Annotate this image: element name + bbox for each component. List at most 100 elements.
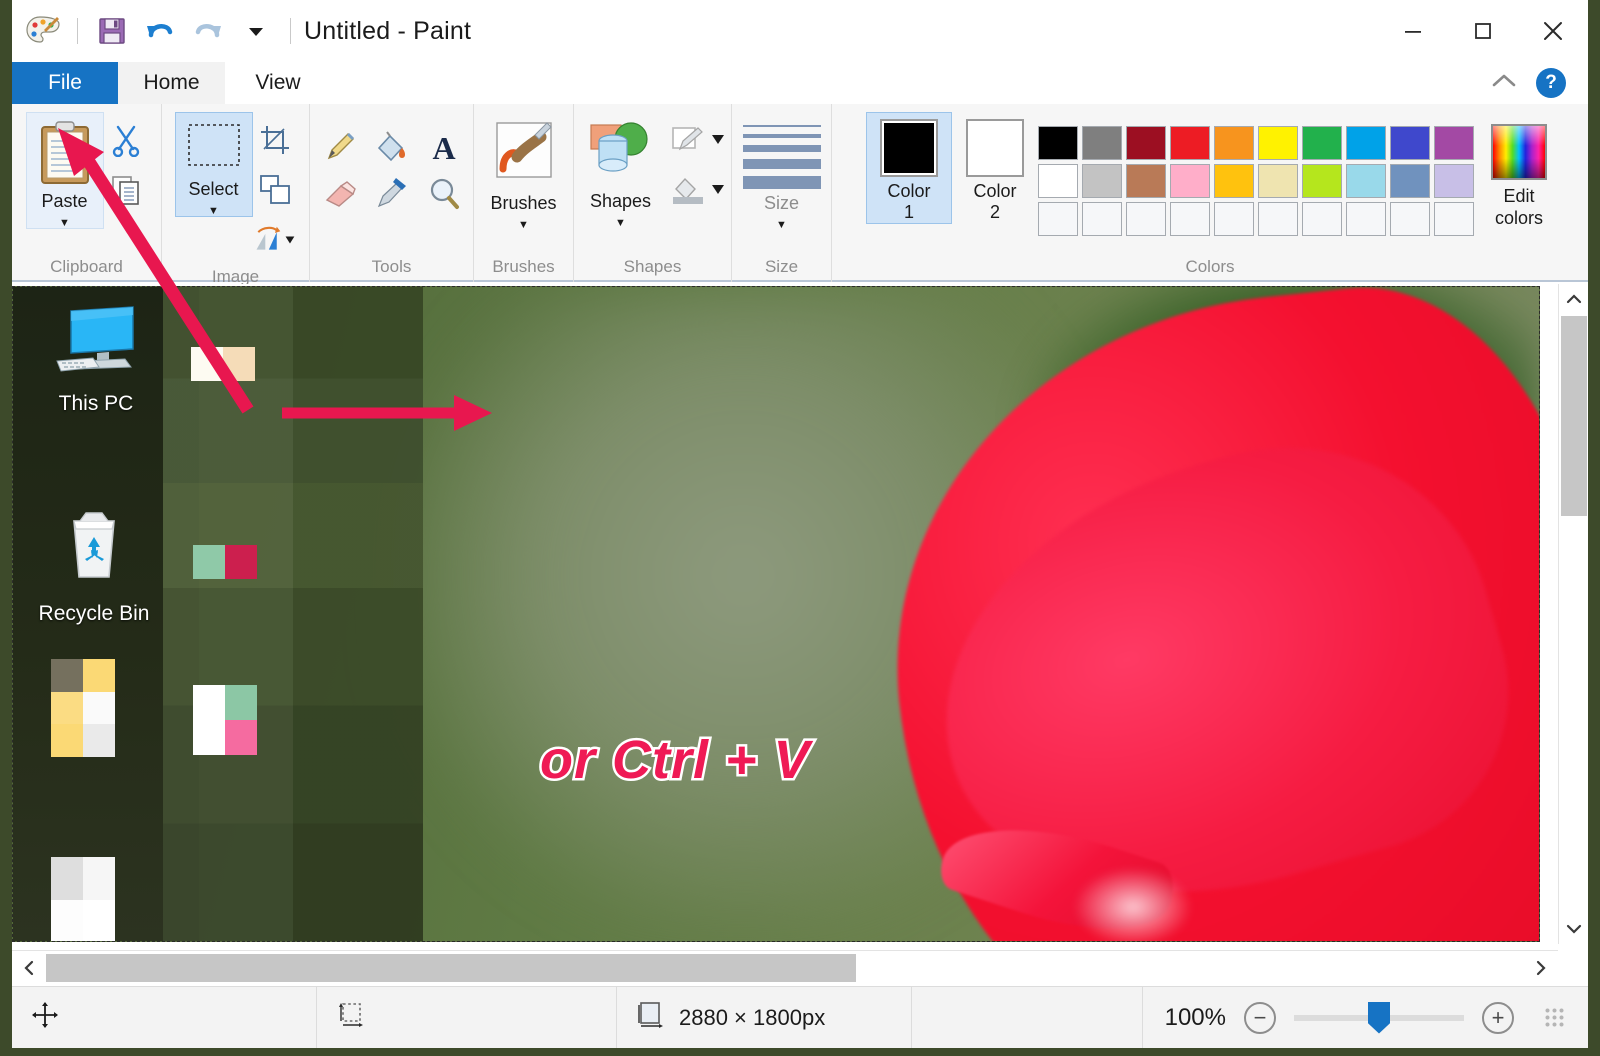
magnifier-tool-button[interactable] — [418, 170, 470, 216]
rotate-button[interactable] — [253, 218, 297, 262]
help-button[interactable]: ? — [1536, 68, 1566, 98]
eraser-tool-button[interactable] — [314, 170, 366, 216]
brushes-button[interactable]: Brushes ▼ — [478, 112, 570, 231]
scroll-right-icon[interactable] — [1524, 951, 1558, 985]
color-picker-tool-button[interactable] — [366, 170, 418, 216]
scroll-up-icon[interactable] — [1559, 284, 1588, 314]
color1-swatch[interactable] — [880, 119, 938, 177]
color-palette — [1038, 112, 1476, 238]
brushes-caret-icon[interactable]: ▼ — [518, 220, 529, 230]
minimize-button[interactable] — [1378, 0, 1448, 62]
collapse-ribbon-icon[interactable] — [1488, 70, 1520, 97]
copy-button[interactable] — [104, 168, 148, 212]
save-icon[interactable] — [89, 8, 135, 54]
fill-tool-button[interactable] — [366, 124, 418, 170]
horizontal-scroll-thumb[interactable] — [46, 954, 856, 982]
ribbon-group-clipboard: Paste ▼ — [12, 104, 162, 282]
title-divider — [290, 18, 291, 44]
palette-swatch-2-0[interactable] — [1038, 202, 1078, 236]
resize-button[interactable] — [253, 168, 297, 212]
vertical-scrollbar[interactable] — [1558, 284, 1588, 944]
scroll-left-icon[interactable] — [12, 951, 46, 985]
palette-swatch-0-8[interactable] — [1390, 126, 1430, 160]
palette-swatch-2-4[interactable] — [1214, 202, 1254, 236]
color1-button[interactable]: Color 1 — [866, 112, 952, 224]
tab-view[interactable]: View — [225, 62, 331, 104]
resize-grip-icon[interactable] — [1544, 1007, 1566, 1029]
tab-home[interactable]: Home — [118, 62, 225, 104]
size-label: Size — [764, 193, 799, 214]
palette-swatch-1-6[interactable] — [1302, 164, 1342, 198]
palette-swatch-1-7[interactable] — [1346, 164, 1386, 198]
horizontal-scrollbar[interactable] — [12, 950, 1558, 984]
pasted-screenshot-image: This PC Recycle Bin — [13, 287, 1539, 941]
image-small-buttons — [253, 112, 297, 262]
pencil-tool-button[interactable] — [314, 124, 366, 170]
clipboard-small-buttons — [104, 112, 148, 212]
undo-icon[interactable] — [137, 8, 183, 54]
selection-size-icon — [335, 1000, 367, 1036]
palette-swatch-0-9[interactable] — [1434, 126, 1474, 160]
edit-colors-button[interactable]: Edit colors — [1476, 112, 1562, 229]
size-caret-icon[interactable]: ▼ — [776, 220, 787, 230]
shapes-label: Shapes — [590, 191, 651, 212]
palette-swatch-1-2[interactable] — [1126, 164, 1166, 198]
palette-swatch-2-7[interactable] — [1346, 202, 1386, 236]
palette-swatch-2-6[interactable] — [1302, 202, 1342, 236]
zoom-slider[interactable] — [1294, 1015, 1464, 1021]
palette-swatch-0-4[interactable] — [1214, 126, 1254, 160]
desktop-icon-label-recycle-bin: Recycle Bin — [19, 602, 169, 626]
palette-swatch-0-0[interactable] — [1038, 126, 1078, 160]
size-button[interactable]: Size ▼ — [736, 112, 828, 231]
palette-swatch-2-5[interactable] — [1258, 202, 1298, 236]
color2-button[interactable]: Color 2 — [952, 112, 1038, 224]
zoom-in-button[interactable]: + — [1482, 1002, 1514, 1034]
cut-button[interactable] — [104, 118, 148, 162]
palette-swatch-2-9[interactable] — [1434, 202, 1474, 236]
shapes-caret-icon[interactable]: ▼ — [615, 218, 626, 228]
palette-swatch-2-1[interactable] — [1082, 202, 1122, 236]
vertical-scroll-thumb[interactable] — [1561, 316, 1587, 516]
redo-icon[interactable] — [185, 8, 231, 54]
palette-swatch-1-3[interactable] — [1170, 164, 1210, 198]
zoom-out-button[interactable]: − — [1244, 1002, 1276, 1034]
palette-swatch-1-5[interactable] — [1258, 164, 1298, 198]
palette-swatch-2-2[interactable] — [1126, 202, 1166, 236]
text-tool-button[interactable]: A — [418, 124, 470, 170]
window-controls — [1378, 0, 1588, 62]
palette-swatch-0-5[interactable] — [1258, 126, 1298, 160]
desktop-icon-this-pc[interactable]: This PC — [21, 305, 171, 416]
desktop-icon-recycle-bin[interactable]: Recycle Bin — [19, 505, 169, 626]
palette-swatch-2-8[interactable] — [1390, 202, 1430, 236]
crop-button[interactable] — [253, 118, 297, 162]
outline-button[interactable] — [667, 118, 731, 162]
paste-button[interactable]: Paste ▼ — [26, 112, 104, 229]
fill-button[interactable] — [667, 168, 731, 212]
paste-caret-icon[interactable]: ▼ — [59, 218, 70, 228]
palette-swatch-0-2[interactable] — [1126, 126, 1166, 160]
shapes-button[interactable]: Shapes ▼ — [575, 112, 667, 229]
close-button[interactable] — [1518, 0, 1588, 62]
palette-swatch-1-9[interactable] — [1434, 164, 1474, 198]
palette-swatch-1-4[interactable] — [1214, 164, 1254, 198]
select-button[interactable]: Select ▼ — [175, 112, 253, 217]
color1-label-top: Color — [887, 181, 930, 202]
scroll-down-icon[interactable] — [1559, 914, 1588, 944]
palette-swatch-0-7[interactable] — [1346, 126, 1386, 160]
palette-swatch-0-6[interactable] — [1302, 126, 1342, 160]
palette-swatch-0-3[interactable] — [1170, 126, 1210, 160]
ribbon-group-size: Size ▼ Size — [732, 104, 832, 282]
palette-swatch-0-1[interactable] — [1082, 126, 1122, 160]
select-caret-icon[interactable]: ▼ — [208, 206, 219, 216]
color2-swatch[interactable] — [966, 119, 1024, 177]
canvas[interactable]: This PC Recycle Bin — [12, 286, 1540, 942]
tab-file[interactable]: File — [12, 62, 118, 104]
palette-swatch-2-3[interactable] — [1170, 202, 1210, 236]
palette-swatch-1-0[interactable] — [1038, 164, 1078, 198]
palette-swatch-1-8[interactable] — [1390, 164, 1430, 198]
palette-swatch-1-1[interactable] — [1082, 164, 1122, 198]
customize-quick-access-icon[interactable] — [233, 8, 279, 54]
paint-palette-icon[interactable] — [20, 8, 66, 54]
maximize-button[interactable] — [1448, 0, 1518, 62]
zoom-slider-thumb[interactable] — [1368, 1002, 1390, 1034]
